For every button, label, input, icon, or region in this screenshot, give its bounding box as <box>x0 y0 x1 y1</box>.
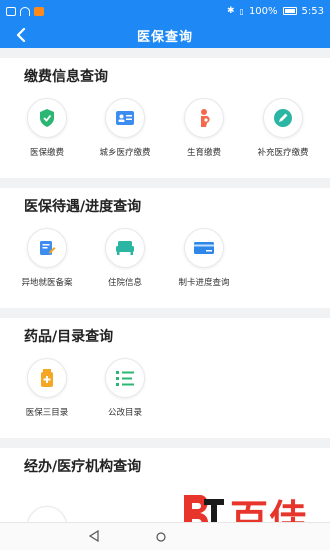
item-icon-circle <box>27 228 67 268</box>
pencil-icon <box>274 109 292 127</box>
item-icon-circle <box>27 98 67 138</box>
item-icon-circle <box>27 358 67 398</box>
notification-icon <box>6 6 16 16</box>
item-reform-catalog[interactable]: 公改目录 <box>86 358 164 428</box>
clock: 5:53 <box>301 5 324 17</box>
section-title: 医保待遇/进度查询 <box>24 199 142 215</box>
item-supplementary-payment[interactable]: 补充医疗缴费 <box>244 98 322 168</box>
bed-icon <box>116 241 134 255</box>
list-icon <box>116 371 134 386</box>
pregnant-woman-icon <box>200 109 210 127</box>
bluetooth-icon: ✱ <box>226 6 235 16</box>
nav-back-button[interactable] <box>88 527 100 546</box>
status-bar: ✱ ▯ 100% 5:53 <box>0 0 330 22</box>
item-icon-circle <box>184 228 224 268</box>
item-icon-circle <box>263 98 303 138</box>
item-urban-rural-payment[interactable]: 城乡医疗缴费 <box>86 98 164 168</box>
id-card-icon <box>116 111 134 125</box>
item-icon-circle <box>184 98 224 138</box>
item-three-catalogs[interactable]: 医保三目录 <box>8 358 86 428</box>
page-title: 医保查询 <box>136 29 193 45</box>
nav-home-button[interactable] <box>156 527 166 546</box>
item-card-progress[interactable]: 制卡进度查询 <box>165 228 243 298</box>
section-payment-info: 缴费信息查询 医保缴费 城乡医疗缴费 生育缴费 补充医疗缴费 <box>0 58 330 178</box>
item-maternity-payment[interactable]: 生育缴费 <box>165 98 243 168</box>
wifi-icon <box>20 6 30 16</box>
item-remote-medical-filing[interactable]: 异地就医备案 <box>8 228 86 298</box>
edit-document-icon <box>40 241 56 255</box>
triangle-back-icon <box>88 529 99 543</box>
back-button[interactable] <box>10 24 32 46</box>
item-hospitalization-info[interactable]: 住院信息 <box>86 228 164 298</box>
section-title: 药品/目录查询 <box>24 329 114 345</box>
item-icon-circle <box>105 358 145 398</box>
section-benefit-progress: 医保待遇/进度查询 异地就医备案 住院信息 制卡进度查询 <box>0 188 330 308</box>
item-icon-circle <box>105 98 145 138</box>
system-nav-bar <box>0 522 330 550</box>
app-notification-icon <box>34 6 44 16</box>
section-drug-catalog: 药品/目录查询 医保三目录 公改目录 <box>0 318 330 438</box>
item-medical-insurance-payment[interactable]: 医保缴费 <box>8 98 86 168</box>
nav-bar: 医保查询 <box>0 22 330 48</box>
medicine-bottle-icon <box>41 369 53 387</box>
section-title: 缴费信息查询 <box>24 69 108 85</box>
item-icon-circle <box>105 228 145 268</box>
card-icon <box>194 242 214 254</box>
battery-icon <box>282 7 297 15</box>
circle-home-icon <box>156 532 166 542</box>
vibrate-icon: ▯ <box>239 6 244 16</box>
battery-percent: 100% <box>248 5 278 17</box>
shield-icon <box>40 109 54 127</box>
back-arrow-icon <box>16 28 26 42</box>
section-title: 经办/医疗机构查询 <box>24 459 142 475</box>
